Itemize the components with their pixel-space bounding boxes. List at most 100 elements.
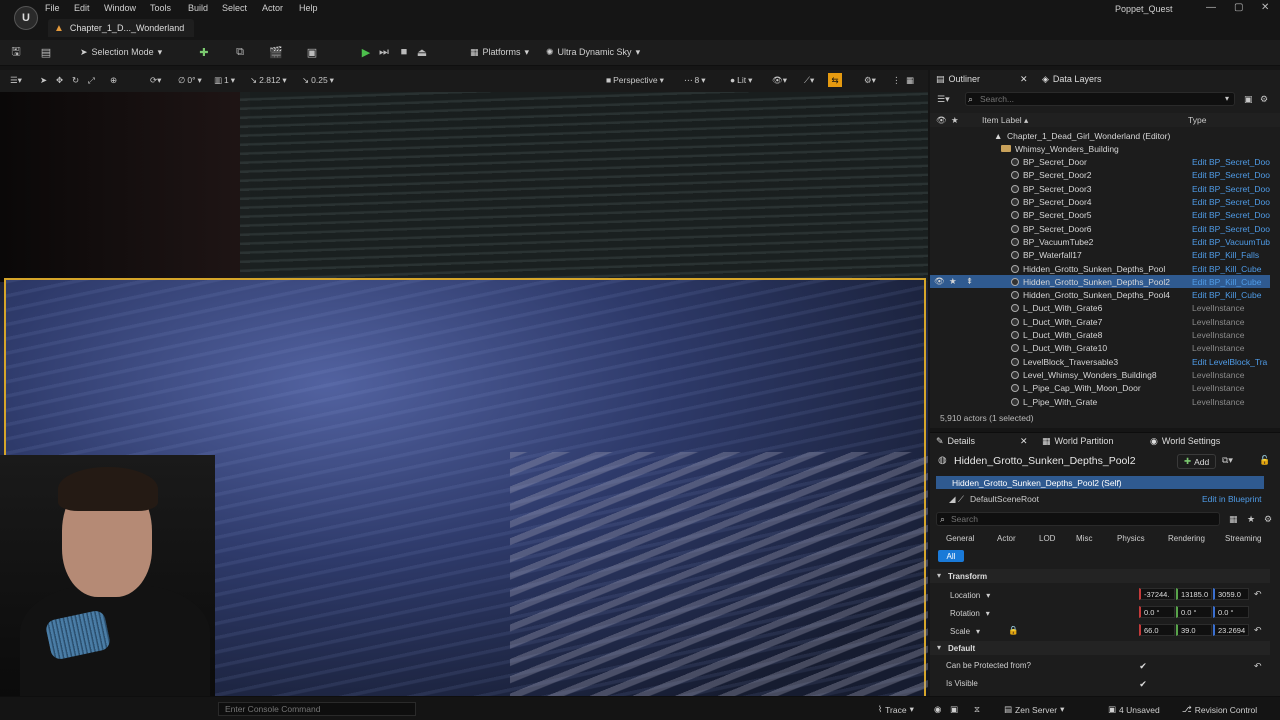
layout-icon[interactable]: ▦ — [906, 73, 914, 87]
scale-tool-icon[interactable]: ⤢ — [88, 73, 95, 87]
select-tool-icon[interactable]: ➤ — [40, 73, 47, 87]
outliner-row[interactable]: Level_Whimsy_Wonders_Building8 LevelInsta… — [930, 368, 1270, 381]
scale-z[interactable]: 23.2694 — [1213, 624, 1249, 636]
location-y[interactable]: 13185.0 — [1176, 588, 1212, 600]
save-icon[interactable]: 🖫 — [8, 44, 24, 60]
chevron-down-icon[interactable]: ▾ — [1225, 94, 1229, 103]
row-type[interactable]: Edit BP_Secret_Door — [1192, 197, 1270, 207]
lock-icon[interactable]: ⇞ — [966, 276, 973, 287]
screenshot-icon[interactable]: ▣ — [950, 704, 958, 715]
edit-in-blueprint-link[interactable]: Edit in Blueprint — [1202, 494, 1262, 504]
platforms-dropdown[interactable]: ▦ Platforms ▾ — [470, 46, 529, 58]
close-outliner-icon[interactable]: ✕ — [1020, 72, 1028, 86]
settings-icon[interactable]: ⚙▾ — [864, 73, 876, 87]
outliner-row[interactable]: BP_Secret_Door6 Edit BP_Secret_Door — [930, 222, 1270, 235]
expand-arrow-icon[interactable]: ◢ — [949, 494, 956, 505]
row-type[interactable]: Edit BP_VacuumTub — [1192, 237, 1270, 247]
is-visible-checkbox[interactable]: ✔ — [1138, 679, 1148, 689]
filter-all[interactable]: All — [938, 550, 964, 562]
filter-misc[interactable]: Misc — [1076, 534, 1092, 546]
row-type[interactable]: Edit BP_Kill_Cube — [1192, 264, 1270, 274]
filter-icon[interactable]: ☰▾ — [937, 94, 950, 105]
viewport-options-icon[interactable]: ☰▾ — [10, 73, 22, 87]
tree-row-folder[interactable]: Whimsy_Wonders_Building — [930, 142, 1270, 155]
outliner-row[interactable]: L_Pipe_Cap_With_Moon_Door LevelInstance — [930, 382, 1270, 395]
menu-actor[interactable]: Actor — [262, 3, 283, 13]
modes-icon[interactable]: ▣ — [304, 44, 320, 60]
level-tab[interactable]: ▲ Chapter_1_D..._Wonderland — [48, 19, 195, 37]
realtime-toggle-icon[interactable]: ⇆ — [828, 73, 842, 87]
scale-dropdown[interactable]: Scale ▾ — [950, 625, 980, 637]
menu-file[interactable]: File — [45, 3, 60, 13]
rotation-x[interactable]: 0.0 ° — [1139, 606, 1175, 618]
add-component-button[interactable]: ✚ Add — [1177, 454, 1217, 469]
trace-button[interactable]: ⌇ Trace ▾ — [878, 704, 914, 715]
menu-select[interactable]: Select — [222, 3, 247, 13]
view-mode-dropdown[interactable]: ● Lit ▾ — [730, 73, 752, 87]
column-item-label[interactable]: Item Label ▴ — [982, 115, 1028, 126]
derived-data-icon[interactable]: ⧖ — [974, 704, 980, 715]
filter-actor[interactable]: Actor — [997, 534, 1016, 546]
translate-tool-icon[interactable]: ✥ — [56, 73, 63, 87]
console-command-input[interactable] — [218, 702, 416, 716]
fov-dropdown[interactable]: ⋯ 8 ▾ — [684, 73, 706, 87]
add-folder-icon[interactable]: ▣ — [1244, 94, 1253, 105]
location-z[interactable]: 3059.0 — [1213, 588, 1249, 600]
outliner-settings-icon[interactable]: ⚙ — [1260, 94, 1268, 105]
outliner-row[interactable]: BP_Secret_Door5 Edit BP_Secret_Door — [930, 209, 1270, 222]
stop-icon[interactable]: ■ — [396, 44, 412, 60]
details-search-input[interactable] — [936, 512, 1220, 526]
outliner-row[interactable]: BP_Secret_Door2 Edit BP_Secret_Door — [930, 169, 1270, 182]
outliner-row[interactable]: BP_Secret_Door3 Edit BP_Secret_Door — [930, 182, 1270, 195]
rotation-z[interactable]: 0.0 ° — [1213, 606, 1249, 618]
row-type[interactable]: Edit BP_Secret_Door — [1192, 184, 1270, 194]
revision-control-button[interactable]: ⎇ Revision Control — [1182, 704, 1257, 715]
blueprint-options-icon[interactable]: ⧉▾ — [1222, 455, 1233, 466]
eject-icon[interactable]: ⏏ — [414, 44, 430, 60]
grid-snap[interactable]: ↘ 0.25 ▾ — [302, 73, 334, 87]
filter-physics[interactable]: Physics — [1117, 534, 1145, 546]
filter-streaming[interactable]: Streaming — [1225, 534, 1261, 546]
menu-window[interactable]: Window — [104, 3, 136, 13]
outliner-row[interactable]: L_Duct_With_Grate10 LevelInstance — [930, 342, 1270, 355]
play-icon[interactable]: ▶ — [358, 44, 374, 60]
row-type[interactable]: Edit LevelBlock_Tra — [1192, 357, 1270, 367]
rotation-dropdown[interactable]: Rotation ▾ — [950, 607, 990, 619]
row-type[interactable]: Edit BP_Secret_Door — [1192, 157, 1270, 167]
close-window-icon[interactable]: ✕ — [1261, 2, 1269, 13]
outliner-row[interactable]: L_Duct_With_Grate7 LevelInstance — [930, 315, 1270, 328]
outliner-row[interactable]: Hidden_Grotto_Sunken_Depths_Pool4 Edit BP… — [930, 289, 1270, 302]
pin-column-icon[interactable]: ★ — [951, 115, 959, 126]
close-details-icon[interactable]: ✕ — [1020, 434, 1028, 448]
lock-details-icon[interactable]: 🔓 — [1259, 455, 1270, 466]
default-section-header[interactable]: Default — [930, 641, 1270, 655]
scale-steps[interactable]: ▥ 1 ▾ — [214, 73, 235, 87]
row-type[interactable]: Edit BP_Secret_Door — [1192, 224, 1270, 234]
location-x[interactable]: -37244. — [1139, 588, 1175, 600]
content-browser-icon[interactable]: ▤ — [38, 44, 54, 60]
filter-general[interactable]: General — [946, 534, 974, 546]
show-flags-icon[interactable]: 👁▾ — [772, 73, 787, 87]
pin-icon[interactable]: ★ — [949, 276, 957, 287]
maximize-icon[interactable]: ▢ — [1234, 2, 1243, 13]
can-be-protected-checkbox[interactable]: ✔ — [1138, 661, 1148, 671]
outliner-row[interactable]: LevelBlock_Traversable3 Edit LevelBlock_T… — [930, 355, 1270, 368]
filter-lod[interactable]: LOD — [1039, 534, 1055, 546]
outliner-row[interactable]: L_Duct_With_Grate8 LevelInstance — [930, 328, 1270, 341]
tree-row-root[interactable]: ▲ Chapter_1_Dead_Girl_Wonderland (Editor… — [930, 129, 1270, 142]
tab-world-partition[interactable]: ▦ World Partition — [1042, 434, 1113, 448]
row-type[interactable]: Edit BP_Kill_Falls — [1192, 250, 1270, 260]
visibility-column-icon[interactable]: 👁 — [936, 115, 947, 126]
surface-snap-icon[interactable]: ⟳▾ — [150, 73, 161, 87]
blueprint-icon[interactable]: ⧉ — [232, 44, 248, 60]
world-space-icon[interactable]: ⊕ — [110, 73, 117, 87]
default-scene-root[interactable]: DefaultSceneRoot — [970, 494, 1039, 504]
unreal-logo-icon[interactable]: U — [14, 6, 38, 30]
rotation-snap[interactable]: ∅ 0° ▾ — [178, 73, 202, 87]
record-icon[interactable]: ◉ — [934, 704, 941, 715]
visibility-eye-icon[interactable]: 👁 — [934, 276, 945, 287]
menu-build[interactable]: Build — [188, 3, 208, 13]
camera-speed[interactable]: ↘ 2.812 ▾ — [250, 73, 287, 87]
outliner-row[interactable]: BP_Secret_Door Edit BP_Secret_Door — [930, 156, 1270, 169]
unsaved-button[interactable]: ▣ 4 Unsaved — [1108, 704, 1160, 715]
